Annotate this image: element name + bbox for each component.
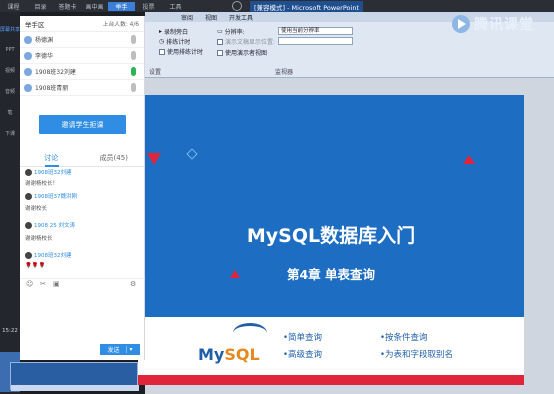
tencent-classroom-logo: 腾讯课堂 [452,14,534,34]
stage-count: 上台人数: 4/6 [102,22,139,28]
red-triangle-decoration [147,153,161,165]
menu-picture-in-picture[interactable]: 画中画 [81,2,108,11]
rail-video[interactable]: 视频 [0,67,20,74]
top-menu-bar: 课程 目录 答题卡 画中画 举手 投票 工具 [兼容模式] - Microsof… [0,0,554,13]
bullet-advanced-query: •高级查询 [283,350,323,360]
slide: MySQL数据库入门 第4章 单表查询 MySQL •简单查询 •高级查询 •按… [138,95,524,385]
tab-view[interactable]: 视图 [199,12,223,22]
show-on-select[interactable] [278,37,353,45]
chat-toolbar: ☺ ✂ ▣ ⚙ [20,278,145,290]
monitor-icon: ▭ [217,28,223,35]
avatar [24,51,32,60]
blue-outline-decoration [186,148,198,160]
bullet-alias: •为表和字段取别名 [380,350,454,360]
avatar [24,35,32,44]
power-icon[interactable] [232,1,242,11]
left-rail: 屏幕共享 PPT 视频 音频 笔 下课 15:22 [0,12,20,394]
app-window: 课程 目录 答题卡 画中画 举手 投票 工具 [兼容模式] - Microsof… [0,0,554,394]
slide-subtitle: 第4章 单表查询 [286,267,376,282]
tab-members[interactable]: 成员(45) [83,149,146,166]
emoji-icon[interactable]: ☺ [26,280,33,288]
panel-header: 举手区 上台人数: 4/6 [20,16,144,32]
chat-emoji: 🌹🌹🌹 [25,263,46,269]
mysql-logo: MySQL [198,345,260,364]
use-timings-checkbox[interactable]: 使用排练计时 [159,47,203,56]
tab-review[interactable]: 审阅 [175,12,199,22]
record-narration[interactable]: ▸ 录制旁白 [159,27,188,36]
send-button[interactable]: 发送 ▾ [100,344,140,355]
hand-raise-row[interactable]: 1908班32刘建 [20,64,144,80]
menu-hands-up[interactable]: 举手 [108,1,135,11]
chat-text: 谢谢校长 [25,206,48,212]
hand-raise-row[interactable]: 1908班青丽 [20,80,144,96]
dolphin-icon [233,323,267,343]
mic-icon[interactable] [131,51,136,60]
rail-screen-share[interactable]: 屏幕共享 [0,26,20,33]
tab-developer[interactable]: 开发工具 [223,12,259,22]
settings-icon[interactable]: ⚙ [130,280,136,288]
avatar [24,67,32,76]
clock-icon: ◷ [159,38,165,45]
rail-pen[interactable]: 笔 [0,109,20,116]
rail-audio[interactable]: 音频 [0,88,20,95]
mic-icon[interactable] [131,83,136,92]
resolution-select[interactable]: 使用当前分辨率 [278,27,353,35]
clock-time: 15:22 [2,328,18,334]
chat-sender: 1908班37魏洪刚 [25,192,77,200]
menu-tools[interactable]: 工具 [162,2,189,11]
slide-red-bar [138,375,524,385]
bullet-simple-query: •简单查询 [283,333,323,343]
slide-thumbnail[interactable] [10,362,139,391]
menu-course[interactable]: 课程 [0,2,27,11]
rail-end-class[interactable]: 下课 [0,130,20,137]
bullet-conditional-query: •按条件查询 [380,333,428,343]
invite-students-button[interactable]: 邀请学生拒课 [39,115,126,134]
rail-ppt[interactable]: PPT [0,47,20,53]
slide-title: MySQL数据库入门 [246,225,416,247]
mic-icon[interactable] [131,35,136,44]
chat-sender: 1908 25 刘文涛 [25,221,75,229]
resolution-label: ▭ 分辨率: [217,28,245,36]
chat-sender: 1908班32刘建 [25,251,72,259]
red-triangle-decoration [463,155,475,164]
active-tab-underline [45,165,59,167]
avatar [24,83,32,92]
hand-raise-row[interactable]: 杨德渊 [20,32,144,48]
presenter-view-checkbox[interactable]: 使用演示者视图 [217,48,267,57]
panel-tabs: 讨论 成员(45) [20,149,145,167]
menu-catalog[interactable]: 目录 [27,2,54,11]
scissors-icon[interactable]: ✂ [40,280,46,288]
group-setup-label: 设置 [149,69,162,76]
menu-vote[interactable]: 投票 [135,2,162,11]
rehearse-timings[interactable]: ◷ 排练计时 [159,37,190,46]
chat-text: 谢谢杨校长 [25,236,53,242]
menu-answer-card[interactable]: 答题卡 [54,2,81,11]
chat-sender: 1908班32刘建 [25,168,72,176]
play-icon [452,15,470,33]
chat-text: 谢谢杨校长！ [25,181,59,187]
chevron-down-icon[interactable]: ▾ [125,346,133,353]
slide-footer: MySQL •简单查询 •高级查询 •按条件查询 •为表和字段取别名 [138,317,524,375]
hand-raise-row[interactable]: 李德华 [20,48,144,64]
image-icon[interactable]: ▣ [53,280,60,288]
mic-icon[interactable] [131,67,136,76]
group-monitor-label: 监视器 [275,69,294,76]
hands-up-panel: 举手区 上台人数: 4/6 杨德渊 李德华 1908班32刘建 1908班青丽 … [20,16,145,360]
record-icon: ▸ [159,28,163,35]
show-on-label: 演示文稿显示位置: [217,37,275,46]
chat-messages: 1908班32刘建 谢谢杨校长！ 1908班37魏洪刚 谢谢校长 1908 25… [20,168,145,276]
tab-discuss[interactable]: 讨论 [20,149,83,166]
panel-title: 举手区 [25,20,45,29]
